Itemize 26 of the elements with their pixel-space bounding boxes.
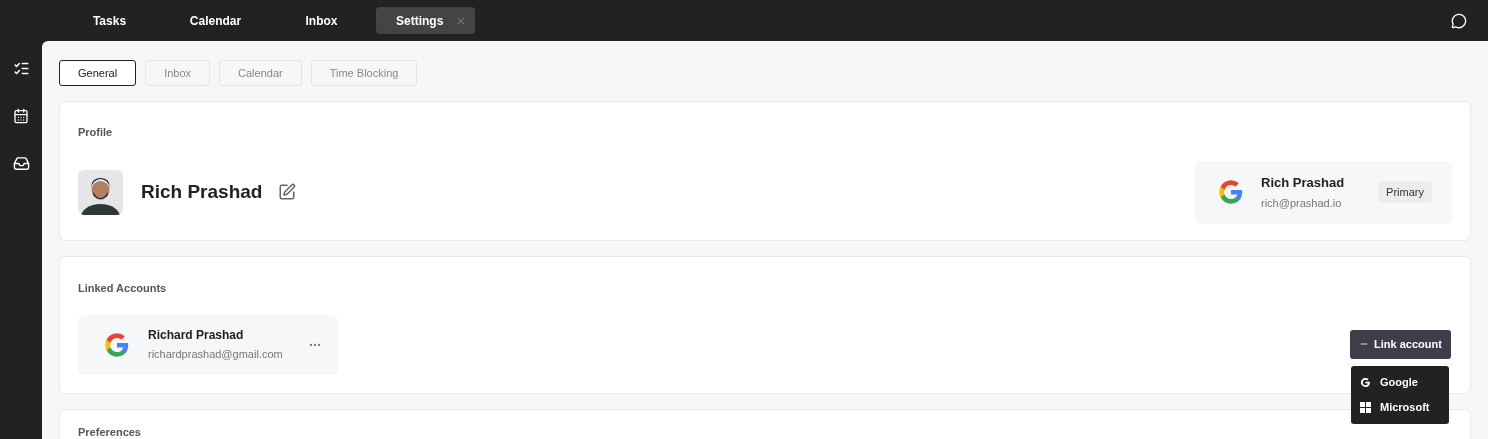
account-email: rich@prashad.io: [1261, 195, 1343, 211]
account-name: Richard Prashad: [148, 327, 245, 345]
google-icon: [1360, 376, 1371, 388]
menu-item[interactable]: Google: [1351, 369, 1449, 395]
inbox-icon[interactable]: [12, 155, 30, 172]
app-tab[interactable]: Settings: [376, 7, 475, 34]
app-tab[interactable]: Inbox: [270, 7, 373, 34]
link-account-button[interactable]: Link account: [1350, 329, 1451, 359]
section-title: Linked Accounts: [78, 281, 168, 296]
menu-item[interactable]: Microsoft: [1351, 394, 1449, 420]
windows-icon: [1360, 401, 1371, 413]
google-logo-icon: [1217, 178, 1245, 206]
checklist-icon[interactable]: [12, 60, 30, 77]
section-title: Preferences: [78, 425, 142, 439]
google-logo-icon: [103, 330, 131, 359]
edit-icon[interactable]: [278, 183, 297, 201]
chat-icon[interactable]: [1451, 12, 1467, 29]
account-name: Rich Prashad: [1261, 174, 1345, 192]
section-title: Profile: [78, 125, 114, 140]
app-tab[interactable]: Tasks: [58, 7, 161, 34]
profile-name: Rich Prashad: [141, 179, 263, 204]
calendar-icon[interactable]: [13, 108, 29, 124]
app-tab[interactable]: Calendar: [164, 7, 267, 34]
account-email: richardprashad@gmail.com: [148, 347, 283, 363]
section-tab[interactable]: General: [59, 60, 137, 86]
primary-badge: Primary: [1378, 180, 1432, 204]
